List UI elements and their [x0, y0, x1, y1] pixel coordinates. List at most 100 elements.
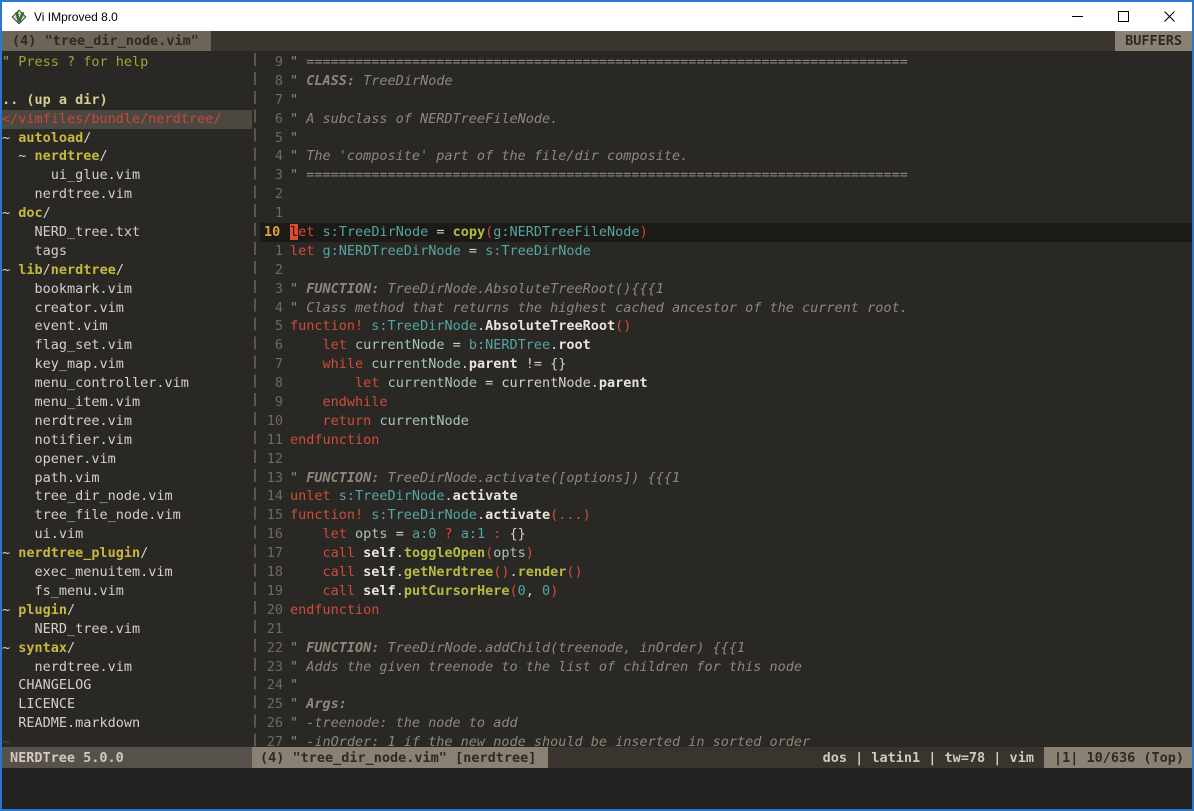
tree-file[interactable]: ui.vim: [2, 525, 252, 544]
code-line[interactable]: 27" -inOrder: 1 if the new node should b…: [260, 733, 1192, 747]
tree-file[interactable]: bookmark.vim: [2, 280, 252, 299]
tree-file[interactable]: ui_glue.vim: [2, 166, 252, 185]
command-line: [2, 768, 1192, 809]
code-line[interactable]: 20endfunction: [260, 601, 1192, 620]
code-seg-fn: copy: [453, 224, 486, 240]
code-line[interactable]: 15function! s:TreeDirNode.activate(...): [260, 506, 1192, 525]
code-line[interactable]: 2: [260, 185, 1192, 204]
tree-dir[interactable]: ~ lib/nerdtree/: [2, 261, 252, 280]
code-line[interactable]: 2: [260, 261, 1192, 280]
code-line[interactable]: 19 call self.putCursorHere(0, 0): [260, 582, 1192, 601]
code-line[interactable]: 13" FUNCTION: TreeDirNode.activate([opti…: [260, 469, 1192, 488]
code-line[interactable]: 1let g:NERDTreeDirNode = s:TreeDirNode: [260, 242, 1192, 261]
code-line-current[interactable]: 10let s:TreeDirNode = copy(g:NERDTreeFil…: [260, 223, 1192, 242]
tree-file[interactable]: menu_item.vim: [2, 393, 252, 412]
tree-file[interactable]: fs_menu.vim: [2, 582, 252, 601]
tree-file[interactable]: creator.vim: [2, 299, 252, 318]
code-line[interactable]: 11endfunction: [260, 431, 1192, 450]
code-line[interactable]: 16 let opts = a:0 ? a:1 : {}: [260, 525, 1192, 544]
tree-file[interactable]: notifier.vim: [2, 431, 252, 450]
code-line[interactable]: 23" Adds the given treenode to the list …: [260, 658, 1192, 677]
code-seg-fg: ,: [526, 583, 542, 599]
maximize-button[interactable]: [1100, 2, 1146, 31]
tree-file[interactable]: tags: [2, 242, 252, 261]
window-separator[interactable]: [252, 51, 260, 747]
tree-file[interactable]: path.vim: [2, 469, 252, 488]
code-line[interactable]: 3" =====================================…: [260, 166, 1192, 185]
code-line[interactable]: 5function! s:TreeDirNode.AbsoluteTreeRoo…: [260, 317, 1192, 336]
code-line[interactable]: 6" A subclass of NERDTreeFileNode.: [260, 110, 1192, 129]
tree-updir[interactable]: .. (up a dir): [2, 91, 252, 110]
code-text: endwhile: [290, 393, 1192, 412]
code-seg-kw: ?: [436, 526, 460, 542]
code-line[interactable]: 24": [260, 676, 1192, 695]
tree-file[interactable]: event.vim: [2, 317, 252, 336]
tree-file[interactable]: nerdtree.vim: [2, 185, 252, 204]
tree-root[interactable]: </vimfiles/bundle/nerdtree/: [2, 110, 252, 129]
tree-dir[interactable]: ~ plugin/: [2, 601, 252, 620]
code-seg-kw: endfunction: [290, 432, 379, 448]
code-line[interactable]: 7": [260, 91, 1192, 110]
close-button[interactable]: [1146, 2, 1192, 31]
code-seg-fg: =: [461, 243, 485, 259]
tree-dir[interactable]: ~ nerdtree_plugin/: [2, 544, 252, 563]
code-line[interactable]: 4" The 'composite' part of the file/dir …: [260, 147, 1192, 166]
code-line[interactable]: 26" -treenode: the node to add: [260, 714, 1192, 733]
code-line[interactable]: 17 call self.toggleOpen(opts): [260, 544, 1192, 563]
tree-text-file: bookmark.vim: [2, 280, 132, 299]
tree-text-fg: /: [83, 129, 91, 148]
tree-file[interactable]: nerdtree.vim: [2, 658, 252, 677]
line-number: 10: [260, 223, 290, 242]
tree-text-dir: nerdtree: [35, 147, 100, 166]
code-line[interactable]: 10 return currentNode: [260, 412, 1192, 431]
code-seg-kw: endfunction: [290, 602, 379, 618]
tree-file[interactable]: tree_file_node.vim: [2, 506, 252, 525]
code-line[interactable]: 12: [260, 450, 1192, 469]
code-line[interactable]: 3" FUNCTION: TreeDirNode.AbsoluteTreeRoo…: [260, 280, 1192, 299]
code-seg-cmb: FUNCTION:: [306, 470, 379, 486]
tree-dir[interactable]: ~ autoload/: [2, 129, 252, 148]
tree-file[interactable]: nerdtree.vim: [2, 412, 252, 431]
code-line[interactable]: 14unlet s:TreeDirNode.activate: [260, 487, 1192, 506]
tree-file[interactable]: key_map.vim: [2, 355, 252, 374]
minimize-button[interactable]: [1054, 2, 1100, 31]
code-seg-mem: self: [363, 583, 396, 599]
code-line[interactable]: 21: [260, 620, 1192, 639]
tree-file[interactable]: flag_set.vim: [2, 336, 252, 355]
tree-file[interactable]: tree_dir_node.vim: [2, 487, 252, 506]
tree-text-file: opener.vim: [2, 450, 116, 469]
line-number: 8: [260, 72, 290, 91]
editor-pane[interactable]: 9" =====================================…: [260, 51, 1192, 747]
tree-file[interactable]: NERD_tree.txt: [2, 223, 252, 242]
code-line[interactable]: 7 while currentNode.parent != {}: [260, 355, 1192, 374]
tree-file[interactable]: opener.vim: [2, 450, 252, 469]
code-line[interactable]: 22" FUNCTION: TreeDirNode.addChild(treen…: [260, 639, 1192, 658]
tree-dir[interactable]: ~ nerdtree/: [2, 147, 252, 166]
tree-file[interactable]: exec_menuitem.vim: [2, 563, 252, 582]
code-seg-id: g:NERDTreeDirNode: [323, 243, 461, 259]
code-seg-fg: [347, 526, 355, 542]
code-line[interactable]: 8 let currentNode = currentNode.parent: [260, 374, 1192, 393]
code-line[interactable]: 6 let currentNode = b:NERDTree.root: [260, 336, 1192, 355]
code-line[interactable]: 9" =====================================…: [260, 53, 1192, 72]
code-line[interactable]: 1: [260, 204, 1192, 223]
tree-file[interactable]: NERD_tree.vim: [2, 620, 252, 639]
code-line[interactable]: 5": [260, 129, 1192, 148]
tree-dir[interactable]: ~ doc/: [2, 204, 252, 223]
tree-file[interactable]: LICENCE: [2, 695, 252, 714]
code-line[interactable]: 9 endwhile: [260, 393, 1192, 412]
code-line[interactable]: 8" CLASS: TreeDirNode: [260, 72, 1192, 91]
code-line[interactable]: 25" Args:: [260, 695, 1192, 714]
code-line[interactable]: 18 call self.getNerdtree().render(): [260, 563, 1192, 582]
code-seg-cm: " A subclass of NERDTreeFileNode.: [290, 111, 558, 127]
nerdtree-pane[interactable]: " Press ? for help.. (up a dir)</vimfile…: [2, 51, 252, 747]
code-line[interactable]: 4" Class method that returns the highest…: [260, 299, 1192, 318]
tree-file[interactable]: CHANGELOG: [2, 676, 252, 695]
code-seg-fn: putCursorHere: [404, 583, 510, 599]
tree-file[interactable]: menu_controller.vim: [2, 374, 252, 393]
line-number: 25: [260, 695, 290, 714]
tree-file[interactable]: README.markdown: [2, 714, 252, 733]
tree-dir[interactable]: ~ syntax/: [2, 639, 252, 658]
tree-text-dir: autoload: [18, 129, 83, 148]
tab-active[interactable]: (4) "tree_dir_node.vim": [2, 31, 211, 51]
